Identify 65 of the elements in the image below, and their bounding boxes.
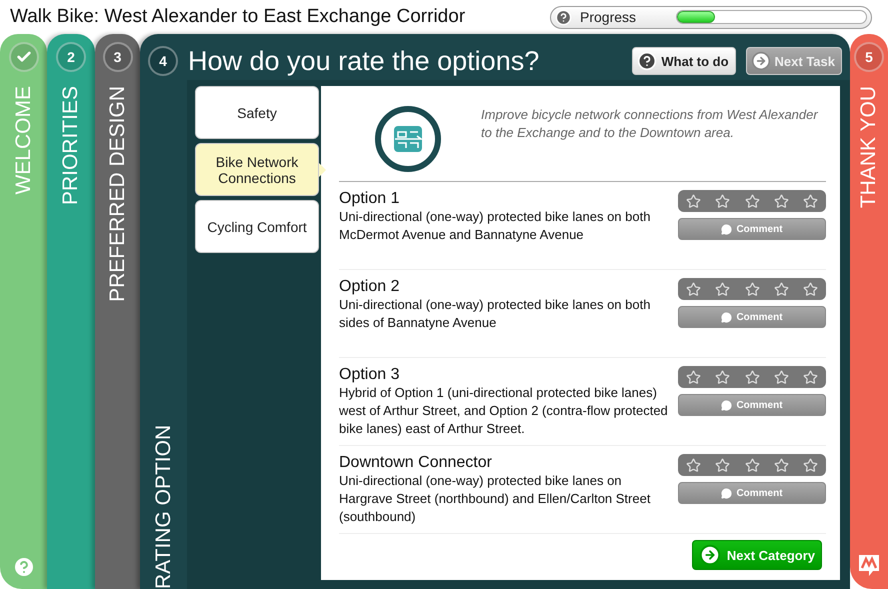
- arrow-right-icon: [698, 544, 721, 566]
- stage-label: RATING OPTION: [152, 424, 176, 589]
- option-description: Uni-directional (one-way) protected bike lanes on both sides of Bannatyne Avenue: [339, 296, 652, 332]
- category-tab[interactable]: Cycling Comfort: [195, 200, 319, 253]
- star-icon[interactable]: [774, 282, 789, 296]
- star-icon[interactable]: [803, 370, 818, 384]
- star-icon[interactable]: [686, 194, 701, 208]
- speech-bubble-icon: [721, 488, 732, 498]
- panel-title: How do you rate the options?: [188, 46, 540, 76]
- star-icon[interactable]: [774, 194, 789, 208]
- star-icon[interactable]: [715, 194, 730, 208]
- option-title: Option 1: [339, 190, 400, 208]
- comment-button[interactable]: Comment: [678, 218, 826, 240]
- star-icon[interactable]: [715, 458, 730, 472]
- star-rating[interactable]: [686, 282, 818, 296]
- arrow-right-icon: [750, 51, 771, 71]
- star-icon[interactable]: [744, 458, 760, 472]
- next-category-button[interactable]: Next Category: [692, 540, 822, 570]
- page-title: Walk Bike: West Alexander to East Exchange Corridor: [10, 6, 466, 28]
- stage-number: 3: [102, 42, 132, 72]
- option-description: Hybrid of Option 1 (uni-directional protected bike lanes) west of Arthur Street, and Option 2 (contra-flow protected bike lanes) east of Arthur Street.: [339, 384, 668, 438]
- star-icon[interactable]: [744, 282, 760, 296]
- star-icon[interactable]: [774, 370, 789, 384]
- stage-label: PRIORITIES: [59, 86, 83, 206]
- stage-number: 2: [56, 42, 86, 72]
- stage-label: WELCOME: [12, 86, 36, 195]
- option-description: Uni-directional (one-way) protected bike lanes on Hargrave Street (northbound) and Ellen/Carlton Street (southbound): [339, 472, 652, 526]
- stage-number: 5: [854, 42, 884, 72]
- option-title: Option 3: [339, 366, 400, 384]
- stage-label: PREFERRED DESIGN: [106, 86, 130, 302]
- star-icon[interactable]: [803, 282, 818, 296]
- comment-button[interactable]: Comment: [678, 482, 826, 504]
- stage-tab[interactable]: WELCOME: [0, 34, 47, 589]
- speech-bubble-icon: [721, 400, 732, 410]
- category-tab[interactable]: Safety: [195, 86, 319, 139]
- star-rating[interactable]: [686, 194, 818, 208]
- option-title: Downtown Connector: [339, 454, 493, 472]
- star-icon[interactable]: [744, 370, 760, 384]
- star-icon[interactable]: [686, 370, 701, 384]
- star-icon[interactable]: [686, 282, 701, 296]
- help-icon: [637, 51, 658, 71]
- star-icon[interactable]: [744, 194, 760, 208]
- stage-tab[interactable]: 5 THANK YOU: [850, 34, 888, 589]
- star-icon[interactable]: [686, 458, 701, 472]
- comment-button[interactable]: Comment: [678, 306, 826, 328]
- star-icon[interactable]: [803, 458, 818, 472]
- stage-label: THANK YOU: [857, 86, 881, 208]
- network-emblem-icon: [375, 106, 441, 172]
- comment-button[interactable]: Comment: [678, 394, 826, 416]
- option-description: Uni-directional (one-way) protected bike lanes on both McDermot Avenue and Bannatyne Avenue: [339, 208, 652, 244]
- star-icon[interactable]: [715, 370, 730, 384]
- progress-label: Progress: [580, 9, 638, 25]
- speech-bubble-icon: [721, 224, 732, 234]
- category-description: Improve bicycle network connections from West Alexander to the Exchange and to the Downtown area.: [481, 106, 819, 142]
- stage-tab[interactable]: 2 PRIORITIES: [47, 34, 95, 589]
- star-rating[interactable]: [686, 458, 818, 472]
- star-icon[interactable]: [774, 458, 789, 472]
- speech-bubble-icon: [721, 312, 732, 322]
- option-title: Option 2: [339, 278, 400, 296]
- stage-tab[interactable]: 3 PREFERRED DESIGN: [95, 34, 140, 589]
- help-button[interactable]: What to do: [632, 47, 736, 75]
- star-icon[interactable]: [715, 282, 730, 296]
- star-icon[interactable]: [803, 194, 818, 208]
- stage-number: 4: [148, 46, 178, 76]
- star-rating[interactable]: [686, 370, 818, 384]
